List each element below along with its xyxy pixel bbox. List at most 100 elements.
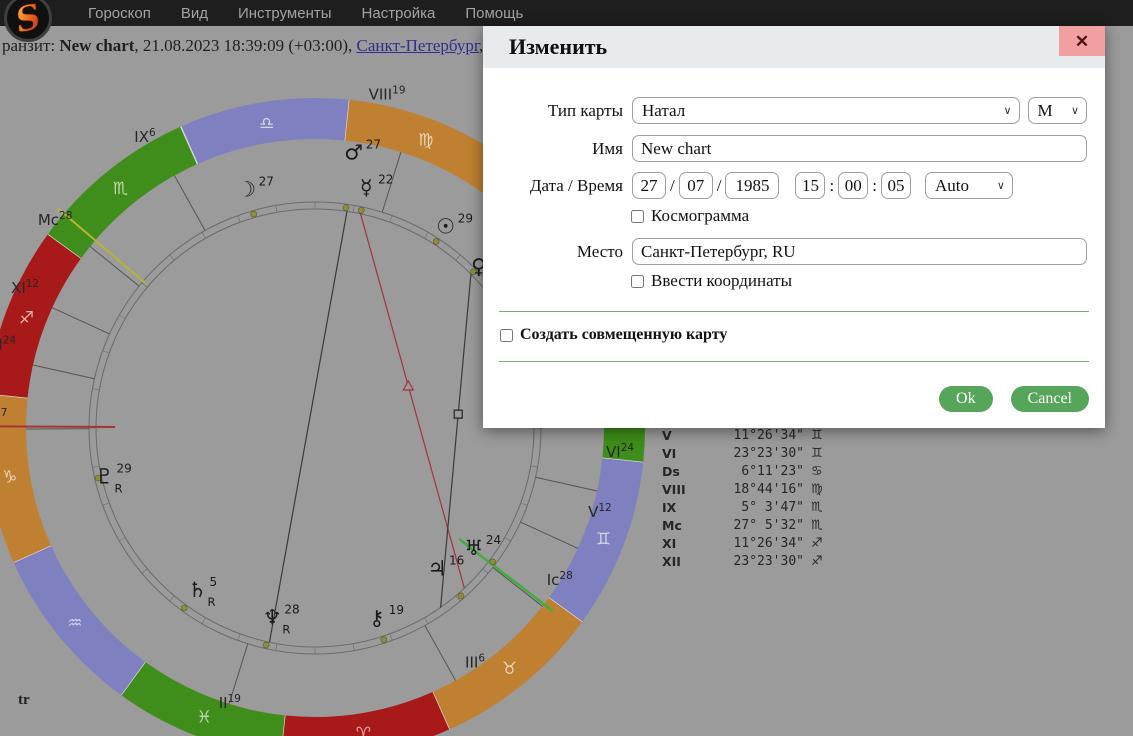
- coords-label: Ввести координаты: [651, 271, 792, 291]
- top-nav-bar: Гороскоп Вид Инструменты Настройка Помощь: [0, 0, 1133, 26]
- logo-icon: S: [2, 0, 54, 46]
- ok-button[interactable]: Ok: [939, 386, 993, 412]
- zodiac-glyph-gemini: ♊: [596, 530, 611, 550]
- house-label: Ds: [662, 463, 700, 481]
- house-row-XI: XI11°26'34"♐: [662, 535, 826, 553]
- nav-item-settings[interactable]: Настройка: [362, 5, 436, 22]
- second-input[interactable]: [881, 172, 911, 199]
- planet-degree-sun: 29: [458, 212, 473, 226]
- zodiac-sign-icon: ♋: [804, 463, 826, 481]
- retrograde-mark-neptune: R: [282, 622, 290, 636]
- house-position: 11°26'34": [700, 427, 804, 445]
- planet-degree-jupiter: 16: [449, 553, 464, 567]
- chevron-down-icon: ∨: [997, 179, 1005, 192]
- planet-glyph-neptune: ♆: [263, 605, 282, 629]
- planet-glyph-jupiter: ♃: [428, 556, 447, 580]
- planet-glyph-pluto: ♇: [95, 465, 114, 489]
- house-row-IX: IX5° 3'47"♏: [662, 499, 826, 517]
- zodiac-glyph-aries: ♈: [356, 724, 371, 736]
- year-input[interactable]: [725, 172, 779, 199]
- gender-select[interactable]: M ∨: [1028, 97, 1088, 124]
- cosmogram-checkbox[interactable]: [631, 210, 644, 223]
- chart-datetime: , 21.08.2023 18:39:09 (+03:00),: [134, 36, 356, 55]
- house-row-XII: XII23°23'30"♐: [662, 553, 826, 571]
- zodiac-glyph-capricorn: ♑: [2, 467, 17, 487]
- planet-glyph-sun: ☉: [436, 215, 455, 239]
- house-position: 23°23'30": [700, 553, 804, 571]
- cancel-button[interactable]: Cancel: [1011, 386, 1089, 412]
- house-cusp-table: V11°26'34"♊VI23°23'30"♊Ds6°11'23"♋VIII18…: [662, 427, 826, 571]
- planet-dot-sun: [433, 238, 439, 244]
- trine-aspect-icon: [403, 381, 413, 390]
- planet-dot-neptune: [263, 642, 269, 648]
- house-cusp-line-Ic: [493, 567, 543, 606]
- house-label: VI: [662, 445, 700, 463]
- zodiac-sign-icon: ♐: [804, 535, 826, 553]
- day-input[interactable]: [632, 172, 666, 199]
- house-row-Mc: Mc27° 5'32"♏: [662, 517, 826, 535]
- zodiac-sign-icon: ♏: [804, 517, 826, 535]
- app-screen: ГороскопВидИнструментыНастройкаПомощь S …: [0, 0, 1133, 736]
- planet-glyph-moon: ☽: [237, 178, 256, 202]
- retrograde-mark-saturn: R: [207, 595, 215, 609]
- house-cusp-line-III: [425, 625, 456, 680]
- house-label: XII: [662, 553, 700, 571]
- close-icon[interactable]: ✕: [1059, 26, 1105, 56]
- planet-degree-neptune: 28: [284, 602, 299, 616]
- corner-label: tr: [18, 692, 30, 709]
- dialog-title: Изменить: [483, 26, 1105, 68]
- nav-item-view[interactable]: Вид: [181, 5, 208, 22]
- nav-item-tools[interactable]: Инструменты: [238, 5, 332, 22]
- zodiac-sign-icon: ♏: [804, 499, 826, 517]
- house-position: 23°23'30": [700, 445, 804, 463]
- name-row: Имя: [483, 135, 1087, 162]
- house-label-VIII: VIII19: [369, 85, 406, 104]
- month-input[interactable]: [679, 172, 713, 199]
- zodiac-glyph-aquarius: ♒: [67, 613, 82, 633]
- chart-type-select[interactable]: Натал ∨: [632, 97, 1020, 124]
- planet-dot-jupiter: [458, 593, 464, 599]
- city-link[interactable]: Санкт-Петербург: [357, 36, 479, 55]
- chart-type-label: Тип карты: [483, 101, 632, 121]
- nav-item-help[interactable]: Помощь: [465, 5, 523, 22]
- planet-degree-chiron: 19: [389, 603, 404, 617]
- planet-degree-mars: 27: [366, 138, 381, 152]
- zodiac-sign-icon: ♍: [804, 481, 826, 499]
- planet-dot-mercury: [358, 207, 364, 213]
- zodiac-glyph-sagittarius: ♐: [19, 308, 34, 328]
- planet-degree-mercury: 22: [378, 172, 393, 186]
- planet-glyph-mars: ♂: [344, 141, 363, 165]
- nav-item-horoscope[interactable]: Гороскоп: [88, 5, 151, 22]
- house-cusp-line-V: [520, 522, 577, 548]
- planet-glyph-chiron: ⚷: [369, 606, 384, 630]
- hour-input[interactable]: [795, 172, 825, 199]
- retrograde-mark-pluto: R: [115, 482, 123, 496]
- house-row-V: V11°26'34"♊: [662, 427, 826, 445]
- timezone-select[interactable]: Auto ∨: [925, 172, 1013, 199]
- name-input[interactable]: [632, 135, 1087, 162]
- planet-dot-moon: [251, 211, 257, 217]
- planet-glyph-mercury: ☿: [360, 175, 373, 199]
- edit-dialog: Изменить ✕ Тип карты Натал ∨ M ∨ Имя Дат…: [483, 26, 1105, 428]
- house-label: V: [662, 427, 700, 445]
- minute-input[interactable]: [838, 172, 868, 199]
- combined-checkbox[interactable]: [500, 329, 513, 342]
- chart-type-row: Тип карты Натал ∨ M ∨: [483, 97, 1087, 124]
- chart-name: New chart: [59, 36, 134, 55]
- combined-label: Создать совмещенную карту: [520, 326, 727, 344]
- house-label: XI: [662, 535, 700, 553]
- place-input[interactable]: [632, 238, 1087, 265]
- house-position: 5° 3'47": [700, 499, 804, 517]
- house-label: Mc: [662, 517, 700, 535]
- planet-dot-mars: [343, 205, 349, 211]
- zodiac-glyph-pisces: ♓: [197, 707, 212, 727]
- divider: [499, 361, 1089, 362]
- zodiac-glyph-virgo: ♍: [418, 131, 433, 151]
- square-aspect-icon: [454, 410, 462, 418]
- chevron-down-icon: ∨: [1071, 104, 1079, 117]
- planet-dot-uranus: [490, 559, 496, 565]
- coords-checkbox[interactable]: [631, 275, 644, 288]
- house-position: 6°11'23": [700, 463, 804, 481]
- app-logo[interactable]: S: [2, 0, 54, 51]
- house-cusp-line-IX: [174, 175, 205, 230]
